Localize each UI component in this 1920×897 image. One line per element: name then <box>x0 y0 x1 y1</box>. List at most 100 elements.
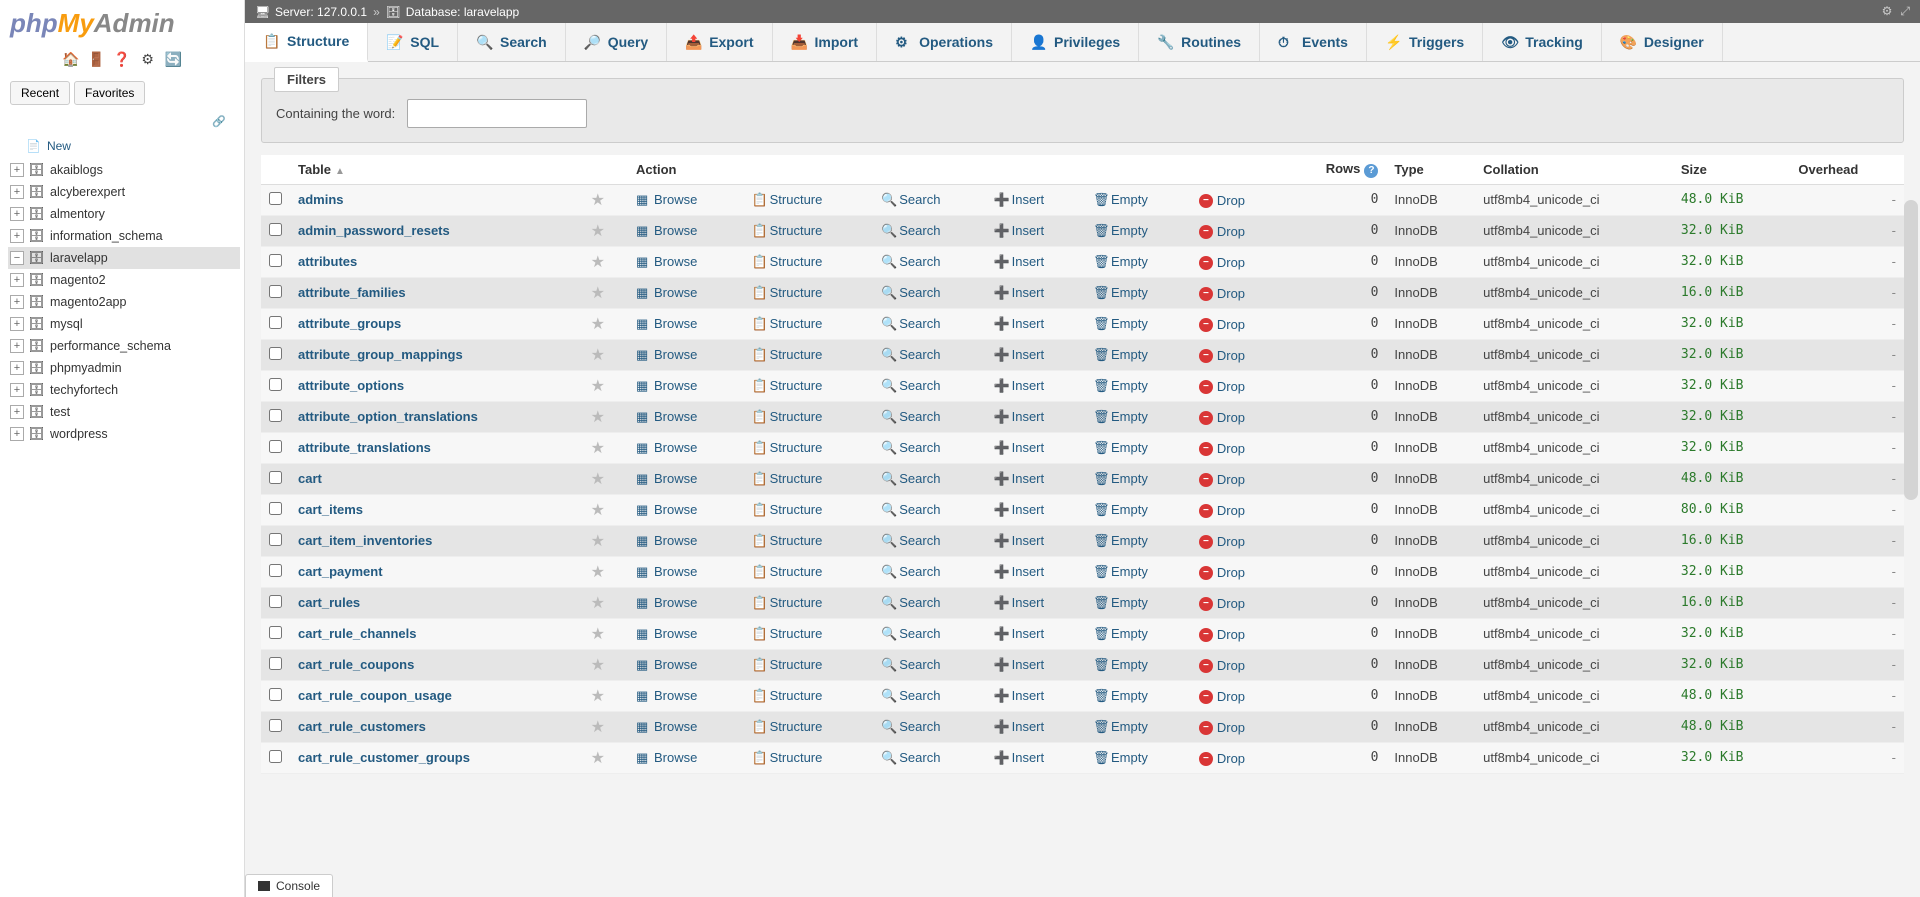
table-name-link[interactable]: cart_items <box>298 502 363 517</box>
tab-query[interactable]: 🔎Query <box>566 23 667 61</box>
structure-link[interactable]: 📋Structure <box>752 657 823 672</box>
empty-link[interactable]: 🗑Empty <box>1093 316 1148 331</box>
collapse-icon[interactable]: ⤢ <box>1900 4 1910 19</box>
insert-link[interactable]: ➕Insert <box>994 502 1045 517</box>
table-name-link[interactable]: admin_password_resets <box>298 223 450 238</box>
db-tree-item[interactable]: −🗄laravelapp <box>8 247 240 269</box>
favorites-tab[interactable]: Favorites <box>74 81 145 105</box>
search-link[interactable]: 🔍Search <box>881 378 940 393</box>
insert-link[interactable]: ➕Insert <box>994 440 1045 455</box>
structure-link[interactable]: 📋Structure <box>752 564 823 579</box>
table-name-link[interactable]: attributes <box>298 254 357 269</box>
favorite-star-icon[interactable]: ★ <box>591 192 605 209</box>
browse-link[interactable]: ▦Browse <box>636 502 697 517</box>
table-name-link[interactable]: attribute_options <box>298 378 404 393</box>
favorite-star-icon[interactable]: ★ <box>591 657 605 674</box>
insert-link[interactable]: ➕Insert <box>994 316 1045 331</box>
drop-link[interactable]: −Drop <box>1199 317 1245 332</box>
favorite-star-icon[interactable]: ★ <box>591 502 605 519</box>
gear-icon[interactable]: ⚙ <box>1882 4 1893 19</box>
row-checkbox[interactable] <box>269 378 282 391</box>
row-checkbox[interactable] <box>269 316 282 329</box>
table-name-link[interactable]: admins <box>298 192 344 207</box>
structure-link[interactable]: 📋Structure <box>752 316 823 331</box>
insert-link[interactable]: ➕Insert <box>994 657 1045 672</box>
expand-icon[interactable]: + <box>10 185 24 199</box>
browse-link[interactable]: ▦Browse <box>636 750 697 765</box>
drop-link[interactable]: −Drop <box>1199 410 1245 425</box>
structure-link[interactable]: 📋Structure <box>752 595 823 610</box>
favorite-star-icon[interactable]: ★ <box>591 626 605 643</box>
db-tree-item[interactable]: +🗄akaiblogs <box>8 159 240 181</box>
insert-link[interactable]: ➕Insert <box>994 254 1045 269</box>
db-tree-item[interactable]: +🗄magento2app <box>8 291 240 313</box>
db-tree-item[interactable]: +🗄magento2 <box>8 269 240 291</box>
insert-link[interactable]: ➕Insert <box>994 471 1045 486</box>
search-link[interactable]: 🔍Search <box>881 409 940 424</box>
search-link[interactable]: 🔍Search <box>881 316 940 331</box>
home-icon[interactable]: 🏠 <box>62 51 80 69</box>
row-checkbox[interactable] <box>269 750 282 763</box>
drop-link[interactable]: −Drop <box>1199 193 1245 208</box>
drop-link[interactable]: −Drop <box>1199 379 1245 394</box>
row-checkbox[interactable] <box>269 657 282 670</box>
tab-designer[interactable]: 🎨Designer <box>1602 23 1723 61</box>
row-checkbox[interactable] <box>269 719 282 732</box>
row-checkbox[interactable] <box>269 471 282 484</box>
insert-link[interactable]: ➕Insert <box>994 347 1045 362</box>
drop-link[interactable]: −Drop <box>1199 658 1245 673</box>
table-name-link[interactable]: cart <box>298 471 322 486</box>
help-icon[interactable]: ? <box>1364 164 1378 178</box>
expand-icon[interactable]: + <box>10 383 24 397</box>
settings-icon[interactable]: ⚙ <box>139 51 157 69</box>
expand-icon[interactable]: + <box>10 427 24 441</box>
browse-link[interactable]: ▦Browse <box>636 316 697 331</box>
insert-link[interactable]: ➕Insert <box>994 626 1045 641</box>
drop-link[interactable]: −Drop <box>1199 751 1245 766</box>
favorite-star-icon[interactable]: ★ <box>591 595 605 612</box>
row-checkbox[interactable] <box>269 409 282 422</box>
structure-link[interactable]: 📋Structure <box>752 688 823 703</box>
structure-link[interactable]: 📋Structure <box>752 409 823 424</box>
phpmyadmin-logo[interactable]: phpMyAdmin <box>0 0 244 47</box>
structure-link[interactable]: 📋Structure <box>752 285 823 300</box>
insert-link[interactable]: ➕Insert <box>994 564 1045 579</box>
row-checkbox[interactable] <box>269 223 282 236</box>
drop-link[interactable]: −Drop <box>1199 441 1245 456</box>
table-name-link[interactable]: cart_rule_customer_groups <box>298 750 470 765</box>
empty-link[interactable]: 🗑Empty <box>1093 409 1148 424</box>
browse-link[interactable]: ▦Browse <box>636 657 697 672</box>
browse-link[interactable]: ▦Browse <box>636 564 697 579</box>
expand-icon[interactable]: + <box>10 339 24 353</box>
drop-link[interactable]: −Drop <box>1199 255 1245 270</box>
structure-link[interactable]: 📋Structure <box>752 223 823 238</box>
browse-link[interactable]: ▦Browse <box>636 378 697 393</box>
structure-link[interactable]: 📋Structure <box>752 502 823 517</box>
row-checkbox[interactable] <box>269 192 282 205</box>
scrollbar[interactable] <box>1904 200 1918 500</box>
table-name-link[interactable]: cart_rule_customers <box>298 719 426 734</box>
db-tree-item[interactable]: +🗄performance_schema <box>8 335 240 357</box>
insert-link[interactable]: ➕Insert <box>994 285 1045 300</box>
insert-link[interactable]: ➕Insert <box>994 409 1045 424</box>
row-checkbox[interactable] <box>269 502 282 515</box>
table-name-link[interactable]: cart_rules <box>298 595 360 610</box>
expand-icon[interactable]: + <box>10 273 24 287</box>
favorite-star-icon[interactable]: ★ <box>591 347 605 364</box>
favorite-star-icon[interactable]: ★ <box>591 719 605 736</box>
structure-link[interactable]: 📋Structure <box>752 750 823 765</box>
favorite-star-icon[interactable]: ★ <box>591 285 605 302</box>
insert-link[interactable]: ➕Insert <box>994 750 1045 765</box>
favorite-star-icon[interactable]: ★ <box>591 316 605 333</box>
browse-link[interactable]: ▦Browse <box>636 254 697 269</box>
db-tree-item[interactable]: +🗄techyfortech <box>8 379 240 401</box>
empty-link[interactable]: 🗑Empty <box>1093 285 1148 300</box>
link-icon[interactable]: 🔗 <box>0 109 244 130</box>
empty-link[interactable]: 🗑Empty <box>1093 347 1148 362</box>
browse-link[interactable]: ▦Browse <box>636 347 697 362</box>
browse-link[interactable]: ▦Browse <box>636 471 697 486</box>
browse-link[interactable]: ▦Browse <box>636 533 697 548</box>
drop-link[interactable]: −Drop <box>1199 627 1245 642</box>
table-name-link[interactable]: cart_rule_coupon_usage <box>298 688 452 703</box>
browse-link[interactable]: ▦Browse <box>636 285 697 300</box>
